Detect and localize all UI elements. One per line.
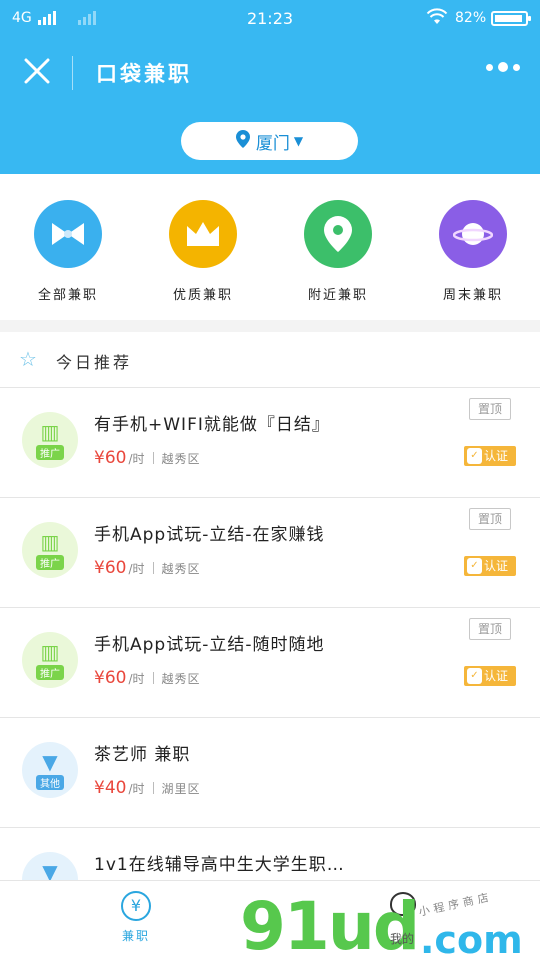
other-badge: ▼ 其他: [22, 852, 78, 880]
close-icon[interactable]: [20, 54, 54, 88]
city-name: 厦门: [255, 133, 290, 154]
meta-divider: [152, 782, 154, 794]
city-selector[interactable]: 厦门 ▼: [181, 122, 358, 160]
other-badge: ▼ 其他: [22, 742, 78, 798]
job-meta: ¥40 /时 湖里区: [94, 778, 201, 798]
job-area: 湖里区: [161, 782, 201, 796]
pinned-tag: 置顶: [469, 508, 511, 530]
category-label: 附近兼职: [307, 288, 368, 303]
badge-label: 推广: [36, 444, 64, 460]
nav-divider: [72, 56, 73, 90]
job-item[interactable]: ▥ 推广 手机App试玩-立结-在家赚钱 ¥60 /时 越秀区 置顶 ✓ 认证: [0, 498, 540, 608]
category-row: 全部兼职 优质兼职 附近兼职 周末兼职: [0, 174, 540, 320]
job-area: 越秀区: [161, 562, 201, 576]
location-pin-icon: [235, 130, 250, 152]
job-area: 越秀区: [161, 672, 201, 686]
promo-icon: ▥: [40, 529, 60, 554]
category-label: 全部兼职: [37, 288, 98, 303]
job-price-unit: /时: [128, 562, 145, 576]
job-meta: ¥60 /时 越秀区: [94, 448, 201, 468]
category-label: 优质兼职: [172, 288, 233, 303]
tab-label: 兼职: [121, 929, 150, 943]
promo-badge: ▥ 推广: [22, 522, 78, 578]
check-shield-icon: ✓: [467, 448, 482, 464]
badge-label: 推广: [36, 664, 64, 680]
check-shield-icon: ✓: [467, 558, 482, 574]
job-meta: ¥60 /时 越秀区: [94, 668, 201, 688]
job-title: 手机App试玩-立结-在家赚钱: [94, 525, 325, 545]
location-icon: [304, 200, 372, 268]
more-options-icon[interactable]: [486, 62, 520, 72]
pinned-tag: 置顶: [469, 618, 511, 640]
bow-icon: [34, 200, 102, 268]
job-price-unit: /时: [128, 782, 145, 796]
meta-divider: [152, 562, 154, 574]
job-meta: ¥60 /时 越秀区: [94, 558, 201, 578]
watermark-mine: 我的: [390, 932, 415, 946]
planet-icon: [439, 200, 507, 268]
status-bar: 4G 21:23 82%: [0, 0, 540, 36]
job-item[interactable]: ▼ 其他 茶艺师 兼职 ¥40 /时 湖里区: [0, 718, 540, 828]
category-weekend[interactable]: 周末兼职: [423, 200, 523, 303]
category-quality[interactable]: 优质兼职: [153, 200, 253, 303]
job-price: ¥60: [94, 448, 127, 468]
crown-icon: [169, 200, 237, 268]
star-icon: ☆: [19, 347, 37, 371]
job-price: ¥60: [94, 558, 127, 578]
job-title: 手机App试玩-立结-随时随地: [94, 635, 325, 655]
watermark-suffix: .com: [420, 918, 523, 960]
pinned-tag: 置顶: [469, 398, 511, 420]
tie-icon: ▼: [42, 859, 58, 881]
dropdown-arrow-icon: ▼: [293, 134, 304, 148]
category-nearby[interactable]: 附近兼职: [288, 200, 388, 303]
header: 4G 21:23 82% 口袋兼职 厦门 ▼: [0, 0, 540, 174]
promo-icon: ▥: [40, 419, 60, 444]
job-price-unit: /时: [128, 672, 145, 686]
page-title: 口袋兼职: [96, 62, 192, 86]
job-price: ¥60: [94, 668, 127, 688]
badge-label: 其他: [36, 774, 64, 790]
meta-divider: [152, 452, 154, 464]
job-title: 茶艺师 兼职: [94, 745, 191, 765]
meta-divider: [152, 672, 154, 684]
certified-tag: ✓ 认证: [464, 556, 516, 576]
section-title: 今日推荐: [56, 353, 133, 372]
nav-bar: 口袋兼职: [0, 46, 540, 100]
category-all[interactable]: 全部兼职: [18, 200, 118, 303]
promo-badge: ▥ 推广: [22, 632, 78, 688]
check-shield-icon: ✓: [467, 668, 482, 684]
battery-icon: [491, 11, 531, 26]
yen-icon: ¥: [121, 891, 151, 921]
job-price: ¥40: [94, 778, 127, 798]
promo-badge: ▥ 推广: [22, 412, 78, 468]
tie-icon: ▼: [42, 749, 58, 774]
certified-label: 认证: [484, 669, 509, 683]
tab-jobs[interactable]: ¥ 兼职: [112, 891, 160, 944]
job-item[interactable]: ▼ 其他 1v1在线辅导高中生大学生职…: [0, 828, 540, 880]
job-title: 1v1在线辅导高中生大学生职…: [94, 855, 345, 875]
job-item[interactable]: ▥ 推广 手机App试玩-立结-随时随地 ¥60 /时 越秀区 置顶 ✓ 认证: [0, 608, 540, 718]
promo-icon: ▥: [40, 639, 60, 664]
job-item[interactable]: ▥ 推广 有手机+WIFI就能做『日结』 ¥60 /时 越秀区 置顶 ✓ 认证: [0, 388, 540, 498]
watermark-logo: 91ud: [240, 888, 420, 960]
battery-percent: 82%: [455, 10, 487, 26]
job-area: 越秀区: [161, 452, 201, 466]
certified-tag: ✓ 认证: [464, 446, 516, 466]
job-price-unit: /时: [128, 452, 145, 466]
certified-tag: ✓ 认证: [464, 666, 516, 686]
job-title: 有手机+WIFI就能做『日结』: [94, 415, 330, 435]
category-label: 周末兼职: [442, 288, 503, 303]
certified-label: 认证: [484, 449, 509, 463]
job-list: ☆ 今日推荐 ▥ 推广 有手机+WIFI就能做『日结』 ¥60 /时 越秀区 置…: [0, 332, 540, 880]
section-header: ☆ 今日推荐: [0, 332, 540, 388]
badge-label: 推广: [36, 554, 64, 570]
wifi-icon: [426, 8, 448, 30]
certified-label: 认证: [484, 559, 509, 573]
